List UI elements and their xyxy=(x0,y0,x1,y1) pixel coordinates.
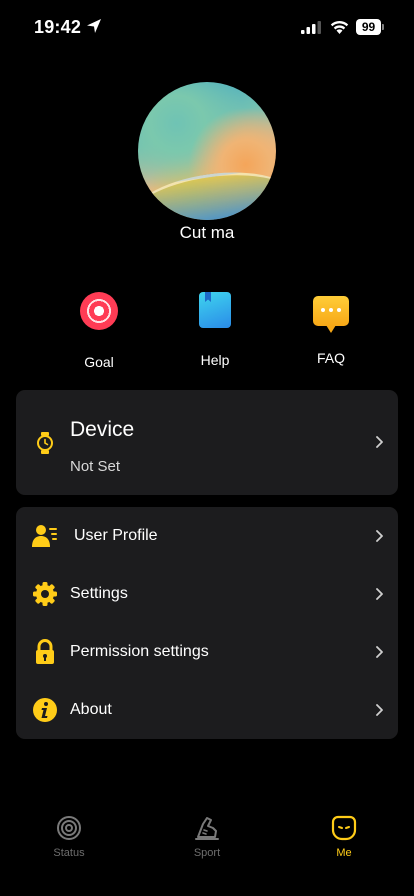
tab-status[interactable]: Status xyxy=(29,815,109,859)
battery-level: 99 xyxy=(356,19,381,35)
tab-label: Me xyxy=(336,847,352,859)
menu-item-permission-settings[interactable]: Permission settings xyxy=(16,623,398,681)
lock-icon xyxy=(36,639,54,664)
sport-shoe-icon xyxy=(195,817,219,840)
quick-action-label: Help xyxy=(200,352,230,368)
status-bar: 19:42 99 xyxy=(0,0,414,54)
quick-action-goal[interactable]: Goal xyxy=(59,292,139,370)
device-card[interactable]: Device Not Set xyxy=(16,390,398,495)
avatar[interactable] xyxy=(138,82,276,220)
chevron-right-icon xyxy=(376,588,383,600)
menu-item-label: User Profile xyxy=(74,527,158,544)
goal-target-icon xyxy=(80,292,118,330)
username[interactable]: Cut ma xyxy=(0,223,414,243)
menu-item-label: Permission settings xyxy=(70,643,209,660)
status-time: 19:42 xyxy=(34,17,82,37)
chevron-right-icon xyxy=(376,704,383,716)
chevron-right-icon xyxy=(376,530,383,542)
device-title: Device xyxy=(70,418,135,441)
tab-label: Sport xyxy=(193,847,221,859)
quick-action-help[interactable]: Help xyxy=(175,292,255,368)
me-face-icon xyxy=(331,815,357,841)
quick-action-label: FAQ xyxy=(316,350,345,366)
chevron-right-icon xyxy=(376,436,383,448)
tab-sport[interactable]: Sport xyxy=(167,815,247,859)
menu-item-user-profile[interactable]: User Profile xyxy=(16,507,398,565)
tab-label: Status xyxy=(53,847,85,859)
menu-card: User Profile Settings Permission setting… xyxy=(16,507,398,739)
status-rings-icon xyxy=(57,816,81,840)
chevron-right-icon xyxy=(376,646,383,658)
menu-item-settings[interactable]: Settings xyxy=(16,565,398,623)
tab-me[interactable]: Me xyxy=(304,815,384,859)
info-icon xyxy=(33,698,57,722)
gear-icon xyxy=(33,582,57,606)
battery-indicator: 99 xyxy=(356,19,384,35)
cellular-signal-icon xyxy=(301,21,321,34)
location-arrow-icon xyxy=(87,19,101,33)
user-profile-icon xyxy=(32,525,57,547)
menu-item-label: Settings xyxy=(70,585,128,602)
device-status: Not Set xyxy=(70,458,121,475)
help-book-icon xyxy=(199,292,231,328)
menu-item-about[interactable]: About xyxy=(16,681,398,739)
watch-icon xyxy=(37,432,53,454)
menu-item-label: About xyxy=(70,701,112,718)
quick-action-faq[interactable]: FAQ xyxy=(291,292,371,366)
quick-action-label: Goal xyxy=(84,354,114,370)
faq-chat-icon xyxy=(313,296,349,326)
battery-tip xyxy=(382,24,384,30)
wifi-icon xyxy=(330,20,349,34)
